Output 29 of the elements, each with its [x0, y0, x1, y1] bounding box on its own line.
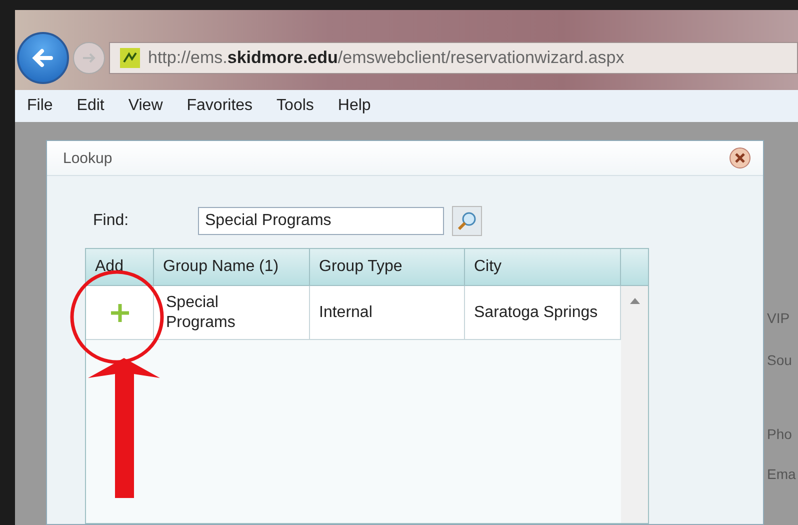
- find-field[interactable]: Special Programs: [198, 207, 444, 235]
- column-header[interactable]: City: [465, 249, 621, 285]
- form-label: Ema: [767, 466, 797, 482]
- scroll-up-icon[interactable]: [630, 298, 640, 304]
- table-cell: Special Programs: [154, 286, 310, 339]
- close-icon[interactable]: [729, 147, 751, 169]
- column-header[interactable]: Group Type: [310, 249, 465, 285]
- menu-item[interactable]: Help: [338, 97, 371, 115]
- back-button[interactable]: [17, 32, 69, 84]
- scrollbar[interactable]: [621, 286, 648, 523]
- table-cell: Internal: [310, 286, 465, 339]
- search-icon: [456, 210, 478, 232]
- add-icon[interactable]: [108, 302, 130, 324]
- menu-item[interactable]: View: [128, 97, 163, 115]
- form-label: VIP: [767, 310, 791, 326]
- column-header[interactable]: Add: [86, 249, 154, 285]
- dialog-title: Lookup: [63, 150, 112, 166]
- form-label: Pho: [767, 426, 793, 442]
- site-icon: [120, 48, 140, 68]
- search-button[interactable]: [452, 206, 482, 236]
- menu-item[interactable]: Favorites: [186, 97, 253, 115]
- address-field[interactable]: http://ems.skidmore.edu/emswebclient/reservationwizard.aspx: [109, 42, 798, 74]
- menu-item[interactable]: File: [27, 97, 53, 115]
- menu-item[interactable]: Tools: [276, 97, 314, 115]
- form-label: Sou: [767, 352, 793, 368]
- find-label: Find:: [93, 212, 130, 230]
- column-header[interactable]: Group Name (1): [154, 249, 310, 285]
- menu-item[interactable]: Edit: [76, 97, 104, 115]
- back-arrow-icon: [31, 46, 55, 70]
